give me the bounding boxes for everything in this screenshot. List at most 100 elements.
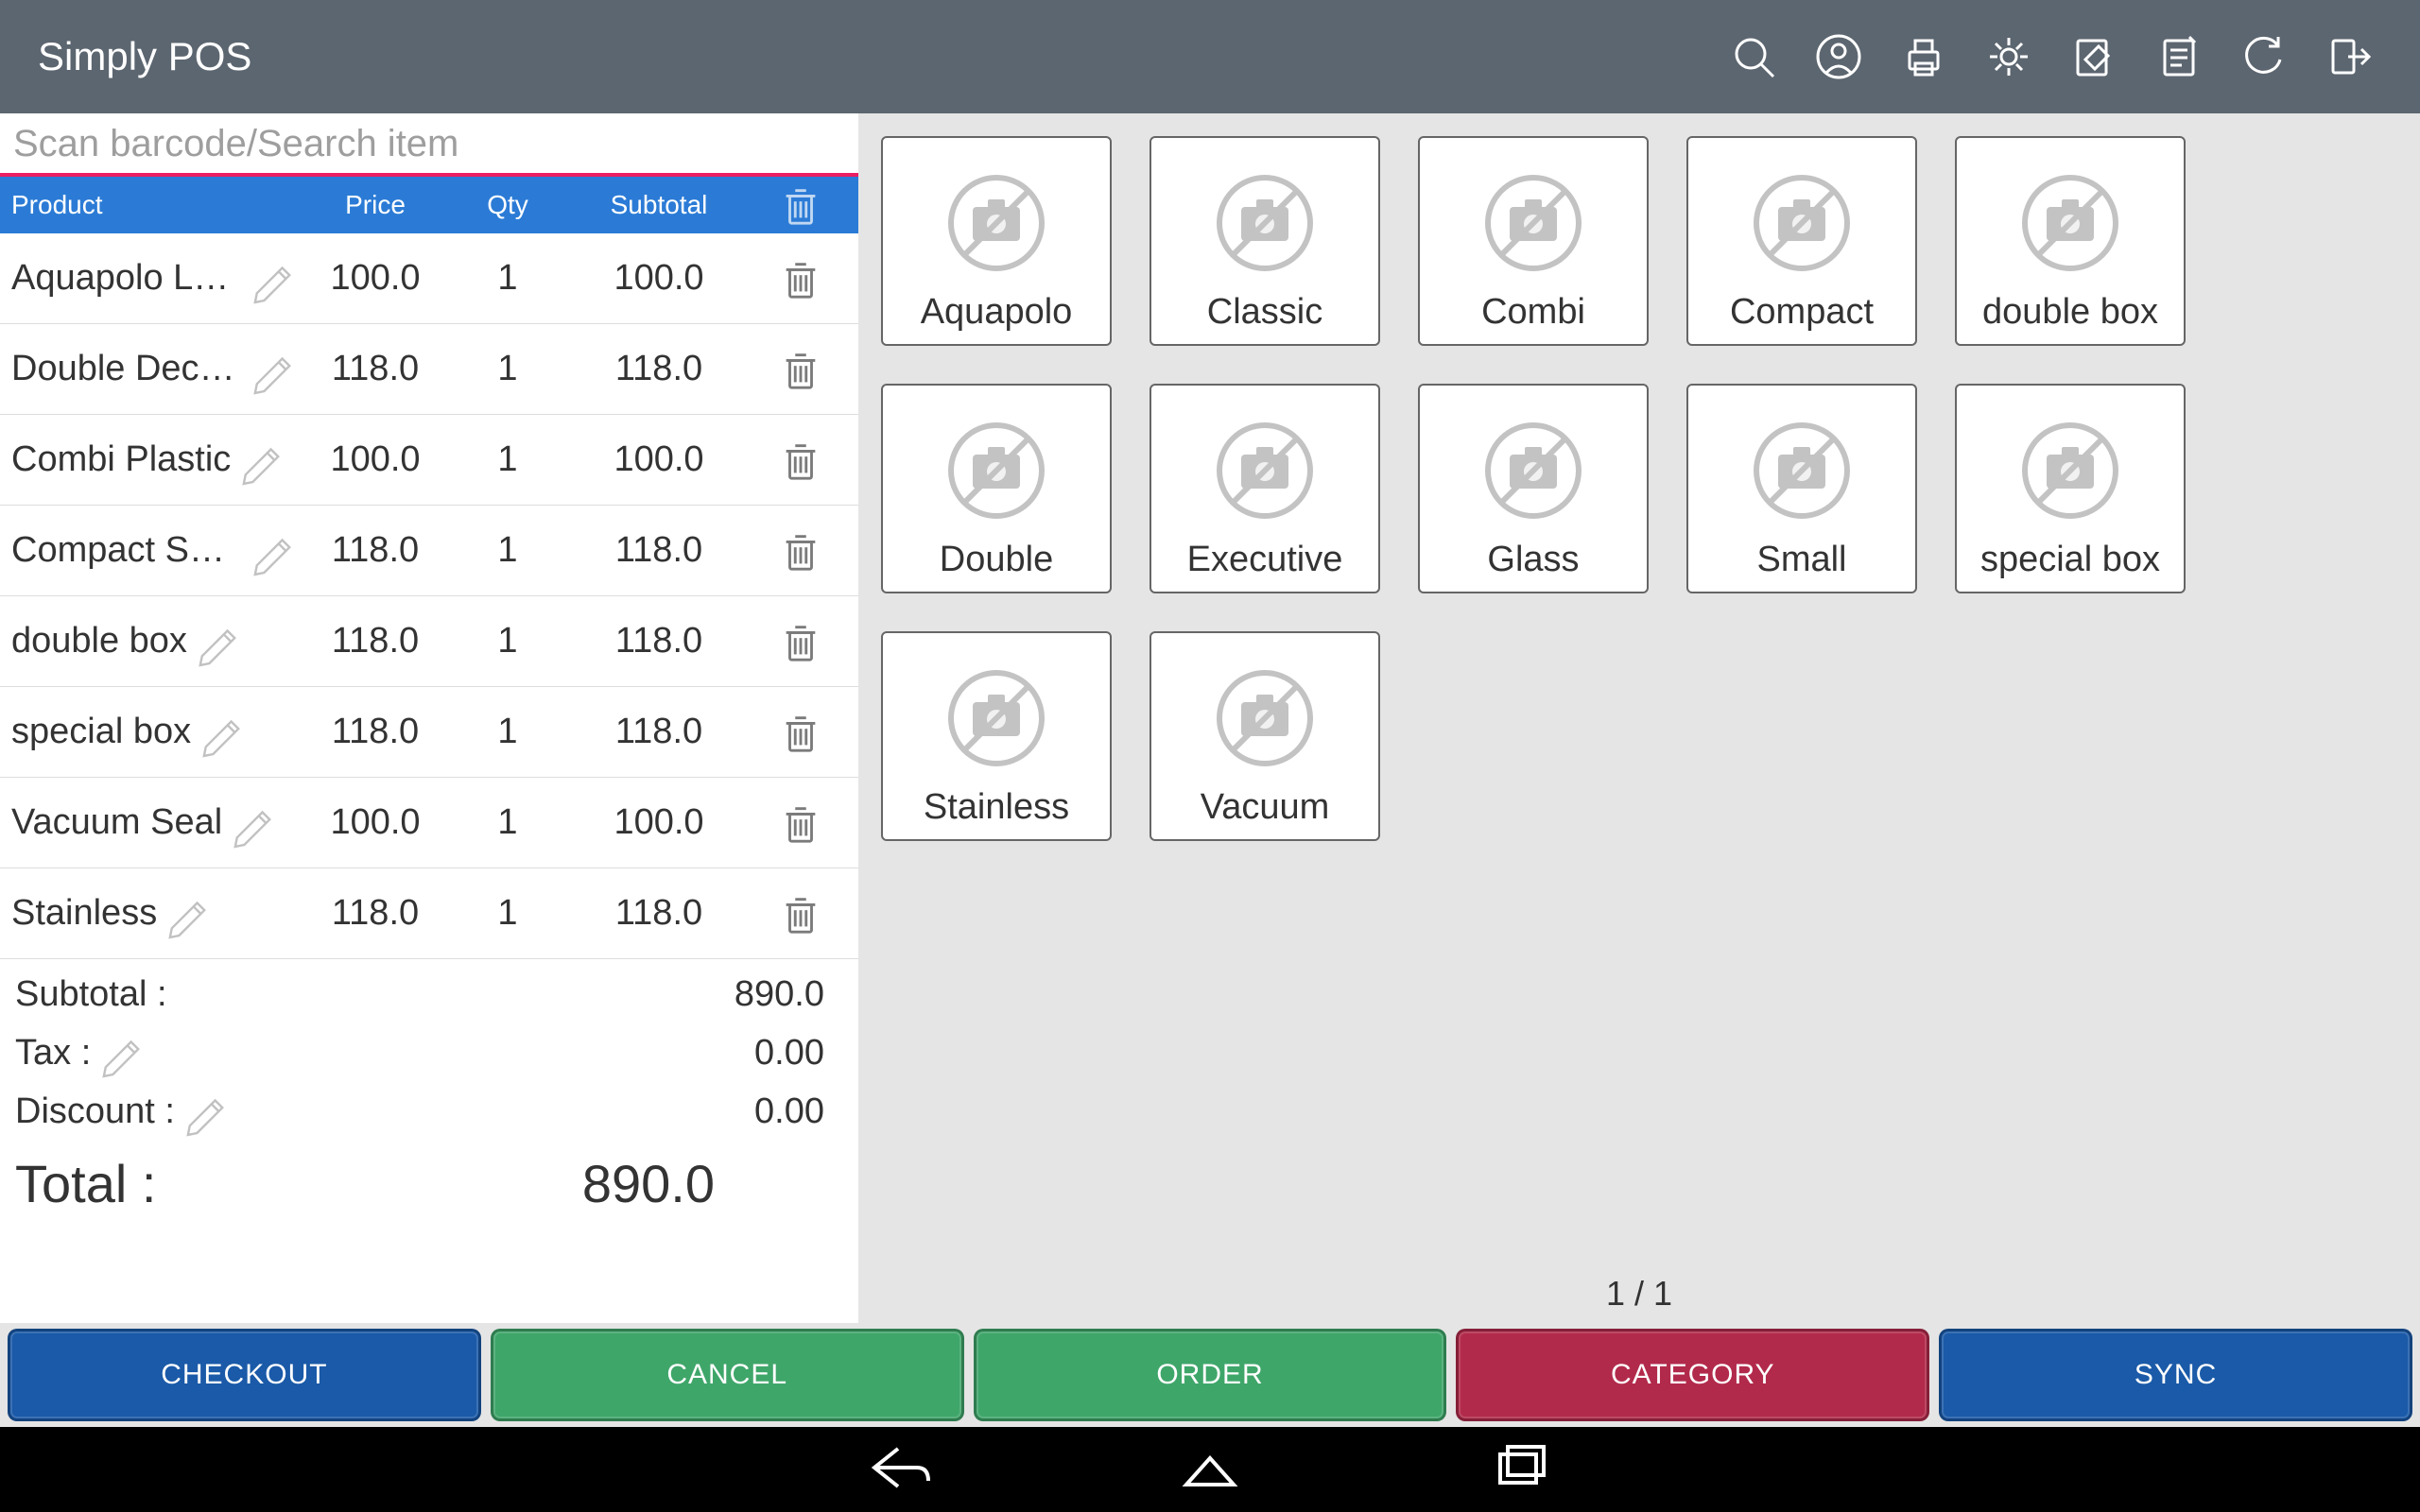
- sync-button[interactable]: SYNC: [1939, 1329, 2412, 1421]
- android-navbar: [0, 1427, 2420, 1512]
- delete-item-icon[interactable]: [758, 892, 843, 936]
- refresh-icon[interactable]: [2221, 14, 2307, 99]
- product-tile[interactable]: Stainless: [881, 631, 1112, 841]
- total-label: Total :: [15, 1153, 337, 1214]
- cart-row: Aquapolo Lunch100.01100.0: [0, 233, 858, 324]
- app-title: Simply POS: [38, 34, 251, 79]
- cart-item-price: 118.0: [295, 530, 456, 571]
- delete-item-icon[interactable]: [758, 438, 843, 482]
- edit-discount-icon[interactable]: [184, 1090, 228, 1133]
- header-product: Product: [11, 190, 295, 220]
- product-tile-label: Executive: [1187, 540, 1343, 580]
- edit-item-icon[interactable]: [251, 348, 295, 391]
- no-image-icon: [1750, 171, 1854, 275]
- product-panel: Aquapolo Classic Combi Compact double box Dou…: [858, 113, 2420, 1323]
- cart-row: Stainless118.01118.0: [0, 868, 858, 959]
- cart-item-qty: 1: [456, 439, 560, 480]
- product-tile-label: double box: [1982, 292, 2158, 333]
- nav-recent-icon[interactable]: [1489, 1439, 1555, 1501]
- cart-item-name: Stainless: [11, 893, 157, 934]
- product-tile[interactable]: Combi: [1418, 136, 1649, 346]
- no-image-icon: [1481, 419, 1585, 523]
- discount-value: 0.00: [337, 1091, 847, 1132]
- cart-row: special box118.01118.0: [0, 687, 858, 778]
- nav-back-icon[interactable]: [865, 1439, 931, 1501]
- no-image-icon: [1481, 171, 1585, 275]
- checkout-button[interactable]: CHECKOUT: [8, 1329, 481, 1421]
- edit-item-icon[interactable]: [251, 529, 295, 573]
- product-tile-label: Combi: [1481, 292, 1585, 333]
- product-tile-label: Stainless: [924, 787, 1069, 828]
- product-tile[interactable]: Double: [881, 384, 1112, 593]
- edit-item-icon[interactable]: [240, 438, 284, 482]
- settings-icon[interactable]: [1966, 14, 2051, 99]
- cart-item-name: Combi Plastic: [11, 439, 231, 480]
- cart-item-qty: 1: [456, 893, 560, 934]
- delete-item-icon[interactable]: [758, 620, 843, 663]
- cart-item-subtotal: 118.0: [560, 349, 758, 389]
- totals-section: Subtotal : 890.0 Tax : 0.00 Discount : 0…: [0, 959, 858, 1226]
- logout-icon[interactable]: [2307, 14, 2392, 99]
- delete-item-icon[interactable]: [758, 529, 843, 573]
- product-tile[interactable]: Vacuum: [1150, 631, 1380, 841]
- edit-item-icon[interactable]: [232, 801, 275, 845]
- product-tile-label: Small: [1756, 540, 1846, 580]
- cart-item-name: special box: [11, 712, 191, 752]
- edit-item-icon[interactable]: [200, 711, 244, 754]
- cart-item-qty: 1: [456, 712, 560, 752]
- print-icon[interactable]: [1881, 14, 1966, 99]
- clear-cart-icon[interactable]: [758, 183, 843, 227]
- cart-item-subtotal: 100.0: [560, 258, 758, 299]
- delete-item-icon[interactable]: [758, 711, 843, 754]
- edit-item-icon[interactable]: [251, 257, 295, 301]
- cart-item-qty: 1: [456, 530, 560, 571]
- delete-item-icon[interactable]: [758, 348, 843, 391]
- search-icon[interactable]: [1711, 14, 1796, 99]
- cart-item-qty: 1: [456, 258, 560, 299]
- cart-item-subtotal: 118.0: [560, 621, 758, 662]
- product-tile[interactable]: Small: [1686, 384, 1917, 593]
- no-image-icon: [944, 666, 1048, 770]
- product-tile[interactable]: Classic: [1150, 136, 1380, 346]
- no-image-icon: [1750, 419, 1854, 523]
- edit-item-icon[interactable]: [166, 892, 210, 936]
- product-tile[interactable]: Glass: [1418, 384, 1649, 593]
- notes-icon[interactable]: [2136, 14, 2221, 99]
- product-tile[interactable]: special box: [1955, 384, 2186, 593]
- product-tile-label: Double: [940, 540, 1053, 580]
- edit-tax-icon[interactable]: [100, 1031, 144, 1074]
- discount-label: Discount :: [15, 1091, 175, 1132]
- cart-item-name: Double Decker: [11, 349, 242, 389]
- edit-item-icon[interactable]: [197, 620, 240, 663]
- cart-item-price: 100.0: [295, 439, 456, 480]
- cart-item-name: Aquapolo Lunch: [11, 258, 242, 299]
- cancel-button[interactable]: CANCEL: [491, 1329, 964, 1421]
- total-value: 890.0: [337, 1153, 847, 1214]
- no-image-icon: [944, 171, 1048, 275]
- delete-item-icon[interactable]: [758, 801, 843, 845]
- header-price: Price: [295, 190, 456, 220]
- order-button[interactable]: ORDER: [974, 1329, 1447, 1421]
- cart-header-row: Product Price Qty Subtotal: [0, 177, 858, 233]
- cart-row: Vacuum Seal100.01100.0: [0, 778, 858, 868]
- product-tile[interactable]: double box: [1955, 136, 2186, 346]
- no-image-icon: [1213, 419, 1317, 523]
- cart-item-qty: 1: [456, 621, 560, 662]
- product-tile[interactable]: Compact: [1686, 136, 1917, 346]
- tax-label: Tax :: [15, 1033, 91, 1074]
- delete-item-icon[interactable]: [758, 257, 843, 301]
- product-tile[interactable]: Aquapolo: [881, 136, 1112, 346]
- cart-row: Combi Plastic100.01100.0: [0, 415, 858, 506]
- search-input[interactable]: [0, 113, 858, 177]
- compose-icon[interactable]: [2051, 14, 2136, 99]
- nav-home-icon[interactable]: [1177, 1439, 1243, 1501]
- user-icon[interactable]: [1796, 14, 1881, 99]
- product-tile[interactable]: Executive: [1150, 384, 1380, 593]
- no-image-icon: [1213, 171, 1317, 275]
- category-button[interactable]: CATEGORY: [1456, 1329, 1929, 1421]
- cart-item-name: Compact Small: [11, 530, 242, 571]
- no-image-icon: [1213, 666, 1317, 770]
- product-tile-label: Classic: [1207, 292, 1322, 333]
- no-image-icon: [944, 419, 1048, 523]
- cart-item-name: Vacuum Seal: [11, 802, 222, 843]
